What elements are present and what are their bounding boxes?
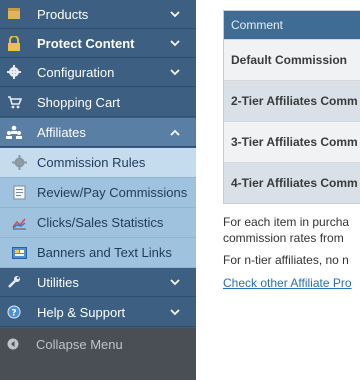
sidebar-item-products[interactable]: Products xyxy=(0,0,196,29)
sidebar-item-utilities[interactable]: Utilities xyxy=(0,268,196,297)
chart-icon xyxy=(11,215,27,231)
table-row: Default Commission xyxy=(224,39,360,80)
chevron-down-icon[interactable] xyxy=(168,10,182,18)
ntier-note: For n-tier affiliates, no n xyxy=(223,253,349,267)
table-header: Comment xyxy=(224,11,360,39)
subitem-review-pay-commissions[interactable]: Review/Pay Commissions xyxy=(0,178,196,208)
chevron-up-icon[interactable] xyxy=(168,129,182,136)
collapse-icon xyxy=(7,338,19,350)
gear-icon xyxy=(6,64,22,80)
chevron-down-icon[interactable] xyxy=(168,308,182,316)
people-icon xyxy=(6,124,22,140)
collapse-label: Collapse Menu xyxy=(36,337,123,352)
box-icon xyxy=(6,6,22,22)
sidebar-item-affiliates[interactable]: Affiliates xyxy=(0,118,196,147)
sidebar: Products Protect Content Configuration S… xyxy=(0,0,196,380)
help-icon: ? xyxy=(6,304,22,320)
subitem-clicks-sales-statistics[interactable]: Clicks/Sales Statistics xyxy=(0,208,196,238)
document-icon xyxy=(11,185,27,201)
sidebar-item-shopping-cart[interactable]: Shopping Cart xyxy=(0,88,196,117)
sidebar-item-label: Help & Support xyxy=(37,304,126,320)
sidebar-item-label: Shopping Cart xyxy=(37,94,121,110)
cart-icon xyxy=(6,94,22,110)
sidebar-item-label: Utilities xyxy=(37,274,79,290)
table-row: 4-Tier Affiliates Comm xyxy=(224,162,360,203)
subitem-banners-text-links[interactable]: Banners and Text Links xyxy=(0,238,196,268)
description-line: commission rates from xyxy=(223,231,344,245)
sidebar-item-label: Affiliates xyxy=(37,124,86,140)
wrench-icon xyxy=(6,274,22,290)
description-line: For each item in purcha xyxy=(223,215,350,229)
commission-table: Comment Default Commission 2-Tier Affili… xyxy=(223,10,360,204)
sidebar-item-label: Configuration xyxy=(37,64,115,80)
subitem-label: Review/Pay Commissions xyxy=(37,185,188,200)
chevron-down-icon[interactable] xyxy=(168,39,182,47)
subitem-label: Commission Rules xyxy=(37,155,146,170)
subitem-label: Clicks/Sales Statistics xyxy=(37,215,164,230)
banner-icon xyxy=(11,245,27,261)
other-affiliate-link[interactable]: Check other Affiliate Pro xyxy=(223,276,352,290)
sidebar-item-label: Protect Content xyxy=(37,35,135,51)
sidebar-item-help-support[interactable]: ? Help & Support xyxy=(0,298,196,327)
main-content: Comment Default Commission 2-Tier Affili… xyxy=(196,0,360,380)
subitem-commission-rules[interactable]: Commission Rules xyxy=(0,148,196,178)
sidebar-item-configuration[interactable]: Configuration xyxy=(0,58,196,87)
sidebar-item-protect-content[interactable]: Protect Content xyxy=(0,29,196,58)
chevron-down-icon[interactable] xyxy=(168,68,182,76)
table-row: 3-Tier Affiliates Comm xyxy=(224,121,360,162)
sidebar-item-label: Products xyxy=(37,6,89,22)
chevron-down-icon[interactable] xyxy=(168,278,182,286)
collapse-menu-button[interactable]: Collapse Menu xyxy=(0,328,196,380)
lock-icon xyxy=(6,35,22,51)
table-row: 2-Tier Affiliates Comm xyxy=(224,80,360,121)
svg-text:?: ? xyxy=(11,309,16,319)
subitem-label: Banners and Text Links xyxy=(37,245,172,260)
gear-icon xyxy=(11,155,27,171)
